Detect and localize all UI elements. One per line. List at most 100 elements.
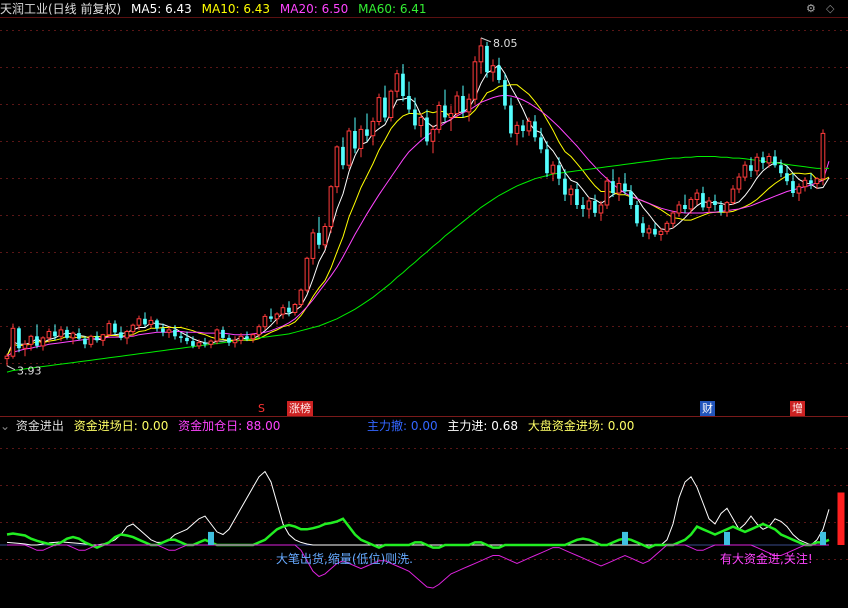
candle-body: [17, 328, 21, 349]
candle-body: [706, 200, 712, 208]
candle-body: [262, 315, 268, 328]
candle-body: [809, 180, 813, 184]
sub-chart-title[interactable]: 资金进出: [16, 419, 64, 433]
candle-body: [509, 105, 513, 134]
marker-s[interactable]: S: [256, 401, 267, 416]
candle-body: [292, 304, 298, 313]
main-out-indicator: 主力撤: 0.00: [367, 419, 438, 433]
candle-body: [148, 319, 154, 325]
main-chart-header: 天润工业(日线 前复权) MA5: 6.43 MA10: 6.43 MA20: …: [0, 0, 433, 18]
candle-body: [383, 97, 387, 118]
sub-line-1: [6, 517, 830, 549]
candle-body: [179, 336, 183, 338]
ma-line-ma10: [6, 84, 830, 357]
candle-body: [274, 313, 280, 320]
candle-body: [658, 230, 664, 236]
high-price-label: 8.05: [493, 37, 518, 50]
candle-body: [448, 113, 454, 118]
candle-body: [736, 176, 742, 190]
marker-zhangting[interactable]: 涨榜: [287, 401, 313, 416]
candle-body: [742, 164, 748, 178]
marker-zeng[interactable]: 增: [790, 401, 805, 416]
sub-chart-header-right: 主力撤: 0.00 主力进: 0.68 大盘资金进场: 0.00: [367, 417, 640, 435]
candle-body: [526, 120, 532, 132]
sub-line-0: [6, 470, 830, 546]
candle-body: [413, 109, 417, 126]
candle-body: [65, 329, 69, 338]
fund-entry-indicator: 资金进场日: 0.00: [74, 419, 169, 433]
candle-body: [124, 331, 130, 339]
ma60-value: 6.41: [399, 2, 427, 16]
candle-body: [280, 307, 286, 315]
ma20-indicator: MA20: 6.50: [280, 2, 348, 16]
candle-body: [557, 165, 561, 179]
candle-body: [334, 146, 340, 188]
candle-body: [701, 193, 705, 208]
candle-body: [317, 232, 321, 245]
candle-body: [688, 198, 694, 210]
candle-body: [245, 336, 249, 339]
fund-bar: [724, 531, 730, 545]
candle-body: [749, 165, 753, 171]
candle-body: [203, 342, 207, 345]
candle-body: [593, 201, 597, 213]
candle-body: [328, 186, 334, 227]
ma-line-ma5: [6, 64, 830, 357]
candle-body: [130, 324, 136, 333]
candle-body: [545, 149, 549, 174]
attention-note: 有大资金进,关注!: [720, 551, 813, 566]
candle-body: [143, 318, 147, 325]
candle-body: [77, 333, 81, 339]
candle-body: [425, 117, 429, 142]
candle-body: [196, 342, 202, 347]
fund-bar: [837, 492, 845, 545]
high-pointer: [480, 37, 492, 43]
fund-bar: [208, 531, 214, 545]
candle-body: [461, 96, 465, 112]
candle-body: [676, 204, 682, 214]
candle-body: [616, 183, 622, 194]
candle-body: [719, 205, 723, 213]
collapse-diamond-icon[interactable]: ◇: [826, 2, 834, 15]
sub-chart-dropdown-icon[interactable]: ⌄: [0, 419, 10, 433]
candle-body: [370, 120, 376, 137]
candle-body: [730, 188, 736, 204]
main-in-value: 0.68: [491, 419, 519, 433]
candle-body: [376, 97, 382, 122]
candle-body: [653, 228, 657, 235]
candle-body: [611, 181, 615, 193]
candle-body: [785, 173, 789, 182]
candle-body: [365, 129, 369, 136]
ma5-label: MA5:: [131, 2, 162, 16]
candle-body: [563, 178, 567, 195]
candle-body: [820, 132, 826, 180]
ma5-value: 6.43: [165, 2, 192, 16]
candle-body: [443, 105, 447, 118]
stock-chart[interactable]: 8.05 3.93 大笔出货,缩量(低位)则洗. 有大资金进,关注!: [0, 0, 848, 608]
candle-body: [418, 117, 424, 126]
candle-body: [533, 121, 537, 138]
candle-body: [664, 222, 670, 232]
market-fund-value: 0.00: [607, 419, 635, 433]
candle-body: [221, 329, 225, 338]
candle-body: [485, 45, 489, 73]
candle-body: [436, 105, 442, 130]
candle-body: [70, 332, 76, 339]
candle-body: [581, 205, 585, 209]
candle-body: [394, 73, 400, 92]
ma60-label: MA60:: [358, 2, 397, 16]
candle-body: [521, 125, 525, 131]
ma-line-ma20: [6, 94, 830, 357]
settings-gear-icon[interactable]: ⚙: [806, 2, 816, 15]
candle-body: [791, 181, 795, 193]
candle-body: [802, 179, 808, 188]
candle-body: [761, 157, 765, 163]
candle-body: [191, 341, 195, 346]
candle-body: [796, 186, 802, 194]
ma10-indicator: MA10: 6.43: [202, 2, 270, 16]
market-fund-label: 大盘资金进场:: [527, 419, 604, 433]
candle-body: [88, 335, 94, 345]
candle-body: [269, 316, 273, 319]
candle-body: [46, 331, 52, 339]
marker-cai[interactable]: 财: [700, 401, 715, 416]
